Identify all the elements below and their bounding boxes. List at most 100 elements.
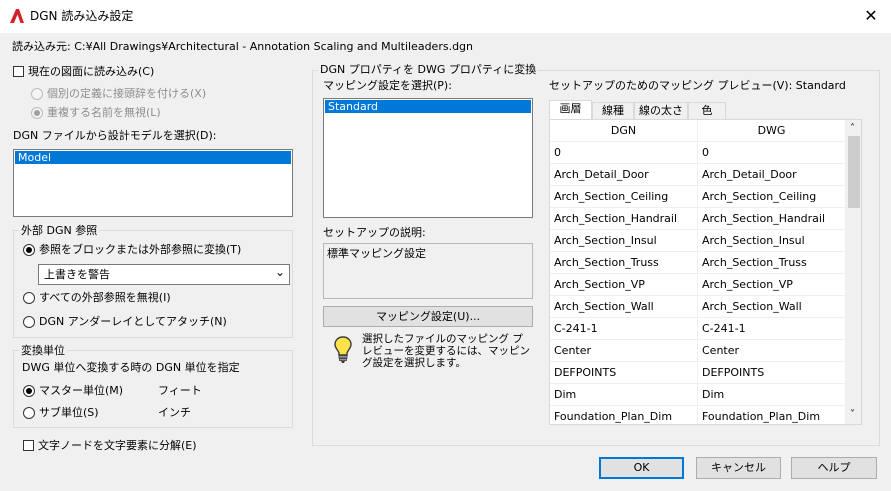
lightbulb-icon (334, 336, 352, 363)
tab-layer[interactable]: 画層 (549, 100, 592, 119)
dgn-layer-cell[interactable]: Arch_Section_Ceiling (550, 186, 698, 208)
dwg-layer-cell[interactable]: Arch_Section_Handrail (698, 208, 846, 230)
source-label: 読み込み元: (12, 40, 75, 53)
ignore-ref-label: すべての外部参照を無視(I) (39, 291, 171, 304)
table-row[interactable]: DEFPOINTS DEFPOINTS (550, 362, 846, 384)
dgn-layer-cell[interactable]: Arch_Section_Wall (550, 296, 698, 318)
master-unit-radio[interactable]: マスター単位(M) (23, 384, 143, 398)
dgn-layer-cell[interactable]: Arch_Section_Insul (550, 230, 698, 252)
design-model-item[interactable]: Model (15, 151, 291, 164)
preview-grid: DGN DWG 0 0 Arch_Detail_Door Arch_Detail_Do… (549, 119, 862, 425)
dgn-layer-cell[interactable]: 0 (550, 142, 698, 164)
dwg-layer-cell[interactable]: Center (698, 340, 846, 362)
dwg-layer-cell[interactable]: Dim (698, 384, 846, 406)
mapping-settings-button[interactable]: マッピング設定(U)... (323, 306, 533, 327)
dgn-layer-cell[interactable]: Foundation_Plan_Dim (550, 406, 698, 424)
dgn-layer-cell[interactable]: Arch_Section_VP (550, 274, 698, 296)
table-row[interactable]: Arch_Section_Wall Arch_Section_Wall (550, 296, 846, 318)
master-unit-radio-button[interactable] (23, 385, 35, 397)
convert-ref-radio-button[interactable] (23, 244, 35, 256)
chevron-down-icon[interactable]: ⌄ (275, 265, 285, 279)
sub-unit-radio-button[interactable] (23, 407, 35, 419)
scroll-down-icon[interactable]: ˅ (850, 408, 855, 422)
column-header-dwg[interactable]: DWG (698, 120, 846, 142)
dgn-layer-cell[interactable]: Arch_Detail_Door (550, 164, 698, 186)
prefix-radio-button[interactable] (31, 88, 43, 100)
preview-scrollbar[interactable]: ˄ ˅ (846, 120, 861, 424)
dwg-layer-cell[interactable]: Arch_Section_VP (698, 274, 846, 296)
table-row[interactable]: Foundation_Plan_Dim Foundation_Plan_Dim (550, 406, 846, 424)
setup-description-label: セットアップの説明: (323, 226, 426, 239)
dwg-layer-cell[interactable]: 0 (698, 142, 846, 164)
tab-color[interactable]: 色 (688, 102, 726, 119)
underlay-radio[interactable]: DGN アンダーレイとしてアタッチ(N) (23, 315, 253, 329)
table-row[interactable]: Arch_Section_Handrail Arch_Section_Handra… (550, 208, 846, 230)
window-title: DGN 読み込み設定 (30, 9, 134, 23)
overwrite-combo[interactable]: 上書きを警告 ⌄ (38, 264, 290, 285)
dgn-layer-cell[interactable]: C-241-1 (550, 318, 698, 340)
ignore-duplicate-radio-button[interactable] (31, 107, 43, 119)
dwg-layer-cell[interactable]: Arch_Section_Truss (698, 252, 846, 274)
import-current-check[interactable] (13, 66, 24, 77)
master-unit-label: マスター単位(M) (39, 384, 124, 397)
table-row[interactable]: C-241-1 C-241-1 (550, 318, 846, 340)
sub-unit-radio[interactable]: サブ単位(S) (23, 406, 143, 420)
dgn-layer-cell[interactable]: Arch_Section_Truss (550, 252, 698, 274)
overwrite-combo-value: 上書きを警告 (44, 268, 110, 281)
close-icon[interactable]: ✕ (858, 3, 884, 29)
mapping-group-title: DGN プロパティを DWG プロパティに変換 (318, 63, 539, 77)
tab-linetype[interactable]: 線種 (592, 102, 634, 119)
ignore-duplicate-label: 重複する名前を無視(L) (47, 106, 161, 119)
underlay-radio-button[interactable] (23, 316, 35, 328)
mapping-setup-list[interactable]: Standard (323, 98, 533, 218)
ok-button[interactable]: OK (599, 457, 684, 479)
explode-text-check[interactable] (23, 440, 34, 451)
dgn-layer-cell[interactable]: Arch_Section_Handrail (550, 208, 698, 230)
external-ref-title: 外部 DGN 参照 (19, 224, 100, 238)
master-unit-value: フィート (158, 384, 202, 397)
scroll-up-icon[interactable]: ˄ (850, 122, 855, 136)
sub-unit-value: インチ (158, 406, 191, 419)
import-current-label: 現在の図面に読み込み(C) (28, 65, 155, 78)
ignore-duplicate-radio[interactable]: 重複する名前を無視(L) (31, 106, 221, 120)
dwg-layer-cell[interactable]: C-241-1 (698, 318, 846, 340)
dwg-layer-cell[interactable]: Arch_Section_Wall (698, 296, 846, 318)
cancel-button[interactable]: キャンセル (696, 457, 781, 479)
sub-unit-label: サブ単位(S) (39, 406, 99, 419)
dwg-layer-cell[interactable]: DEFPOINTS (698, 362, 846, 384)
dwg-layer-cell[interactable]: Arch_Detail_Door (698, 164, 846, 186)
dwg-layer-cell[interactable]: Arch_Section_Insul (698, 230, 846, 252)
scroll-thumb[interactable] (848, 136, 860, 208)
table-row[interactable]: 00 (550, 142, 846, 164)
ignore-ref-radio[interactable]: すべての外部参照を無視(I) (23, 291, 253, 305)
table-row[interactable]: Arch_Section_Truss Arch_Section_Truss (550, 252, 846, 274)
grid-header: DGN DWG (550, 120, 846, 142)
prefix-radio[interactable]: 個別の定義に接頭辞を付ける(X) (31, 87, 221, 101)
table-row[interactable]: Arch_Section_VP Arch_Section_VP (550, 274, 846, 296)
design-model-list[interactable]: Model (13, 149, 293, 217)
table-row[interactable]: Arch_Section_Insul Arch_Section_Insul (550, 230, 846, 252)
column-header-dgn[interactable]: DGN (550, 120, 698, 142)
units-description: DWG 単位へ変換する時の DGN 単位を指定 (22, 361, 240, 374)
dwg-layer-cell[interactable]: Foundation_Plan_Dim (698, 406, 846, 424)
dgn-layer-cell[interactable]: DEFPOINTS (550, 362, 698, 384)
dgn-layer-cell[interactable]: Dim (550, 384, 698, 406)
table-row[interactable]: Dim Dim (550, 384, 846, 406)
preview-label: セットアップのためのマッピング プレビュー(V): Standard (549, 79, 846, 92)
dwg-layer-cell[interactable]: Arch_Section_Ceiling (698, 186, 846, 208)
mapping-setup-item[interactable]: Standard (325, 100, 531, 113)
autocad-logo-icon (10, 9, 24, 23)
import-current-checkbox[interactable]: 現在の図面に読み込み(C) (13, 65, 173, 79)
ignore-ref-radio-button[interactable] (23, 292, 35, 304)
convert-ref-radio[interactable]: 参照をブロックまたは外部参照に変換(T) (23, 243, 253, 257)
table-row[interactable]: Arch_Detail_Door Arch_Detail_Door (550, 164, 846, 186)
help-button[interactable]: ヘルプ (791, 457, 877, 479)
table-row[interactable]: Arch_Section_Ceiling Arch_Section_Ceiling (550, 186, 846, 208)
tab-lineweight[interactable]: 線の太さ (634, 102, 688, 119)
mapping-select-label: マッピング設定を選択(P): (323, 79, 452, 92)
setup-description-text: 標準マッピング設定 (327, 247, 426, 260)
dgn-layer-cell[interactable]: Center (550, 340, 698, 362)
mapping-hint: 選択したファイルのマッピング プレビューを変更するには、マッピング設定を選択しま… (362, 333, 530, 369)
explode-text-checkbox[interactable]: 文字ノードを文字要素に分解(E) (23, 439, 223, 453)
table-row[interactable]: Center Center (550, 340, 846, 362)
